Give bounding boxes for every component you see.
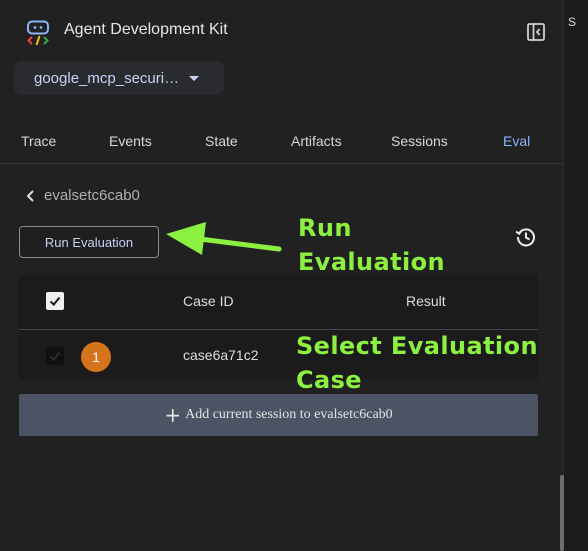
- annotation-select-case: Select Evaluation: [296, 332, 538, 360]
- app-select-dropdown[interactable]: google_mcp_securi…: [14, 61, 224, 95]
- checkmark-icon: [49, 351, 61, 361]
- tab-sessions[interactable]: Sessions: [391, 133, 448, 149]
- add-session-button[interactable]: + Add current session to evalsetc6cab0: [19, 394, 538, 436]
- tab-artifacts[interactable]: Artifacts: [291, 133, 342, 149]
- chevron-left-icon[interactable]: [24, 188, 38, 204]
- tab-eval[interactable]: Eval: [503, 133, 530, 149]
- annotation-run-evaluation: Run: [298, 214, 352, 242]
- app-select-value: google_mcp_securi…: [34, 69, 180, 87]
- right-panel: [563, 0, 588, 551]
- row-checkbox[interactable]: [46, 347, 64, 365]
- select-all-checkbox[interactable]: [46, 292, 64, 310]
- run-evaluation-button[interactable]: Run Evaluation: [19, 226, 159, 258]
- step-badge: 1: [81, 342, 111, 372]
- right-panel-text: S: [568, 15, 577, 29]
- evalset-name: evalsetc6cab0: [44, 187, 140, 204]
- checkmark-icon: [49, 296, 61, 306]
- chevron-down-icon: [189, 75, 200, 81]
- add-session-label: Add current session to evalsetc6cab0: [185, 407, 393, 422]
- tab-divider: [0, 163, 563, 164]
- tab-events[interactable]: Events: [109, 133, 152, 149]
- annotation-arrow: [166, 222, 282, 255]
- adk-logo-icon: [27, 20, 49, 46]
- app-title: Agent Development Kit: [64, 21, 228, 38]
- tab-trace[interactable]: Trace: [21, 133, 56, 149]
- case-id-cell[interactable]: case6a71c2: [183, 347, 259, 363]
- annotation-select-case: Case: [296, 366, 362, 394]
- column-header-case-id: Case ID: [183, 293, 234, 309]
- plus-icon: +: [164, 403, 182, 427]
- panel-collapse-icon[interactable]: [526, 22, 546, 42]
- scrollbar-thumb[interactable]: [560, 475, 564, 551]
- tab-state[interactable]: State: [205, 133, 238, 149]
- history-icon[interactable]: [514, 225, 538, 249]
- annotation-run-evaluation: Evaluation: [298, 248, 446, 276]
- column-header-result: Result: [406, 293, 446, 309]
